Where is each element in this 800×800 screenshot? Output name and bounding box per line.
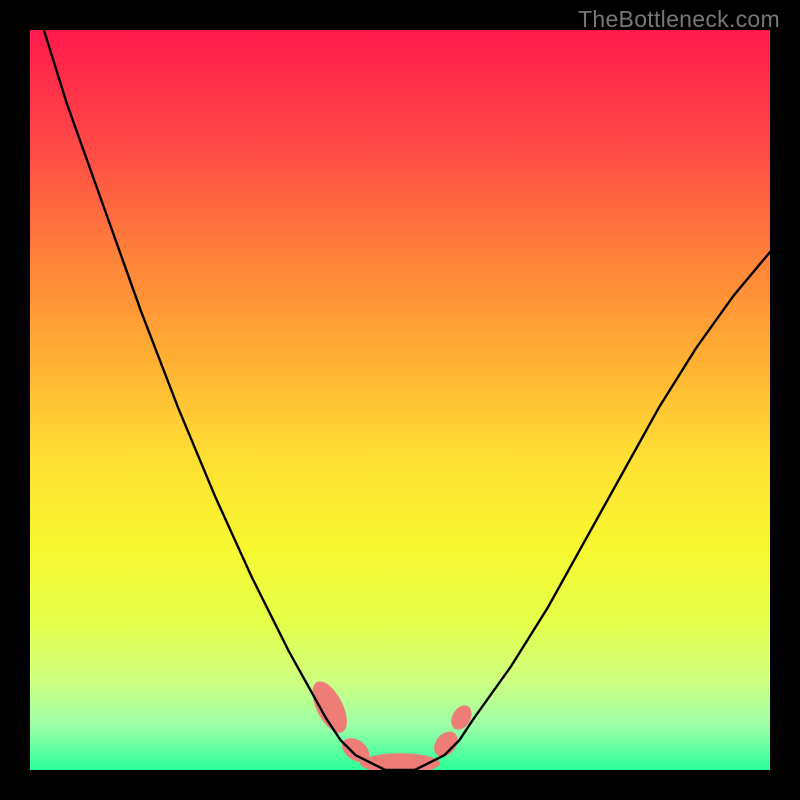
plot-area bbox=[30, 30, 770, 770]
bottleneck-curve-chart bbox=[30, 30, 770, 770]
gradient-background bbox=[30, 30, 770, 770]
outer-frame: TheBottleneck.com bbox=[0, 0, 800, 800]
watermark-text: TheBottleneck.com bbox=[578, 6, 780, 33]
